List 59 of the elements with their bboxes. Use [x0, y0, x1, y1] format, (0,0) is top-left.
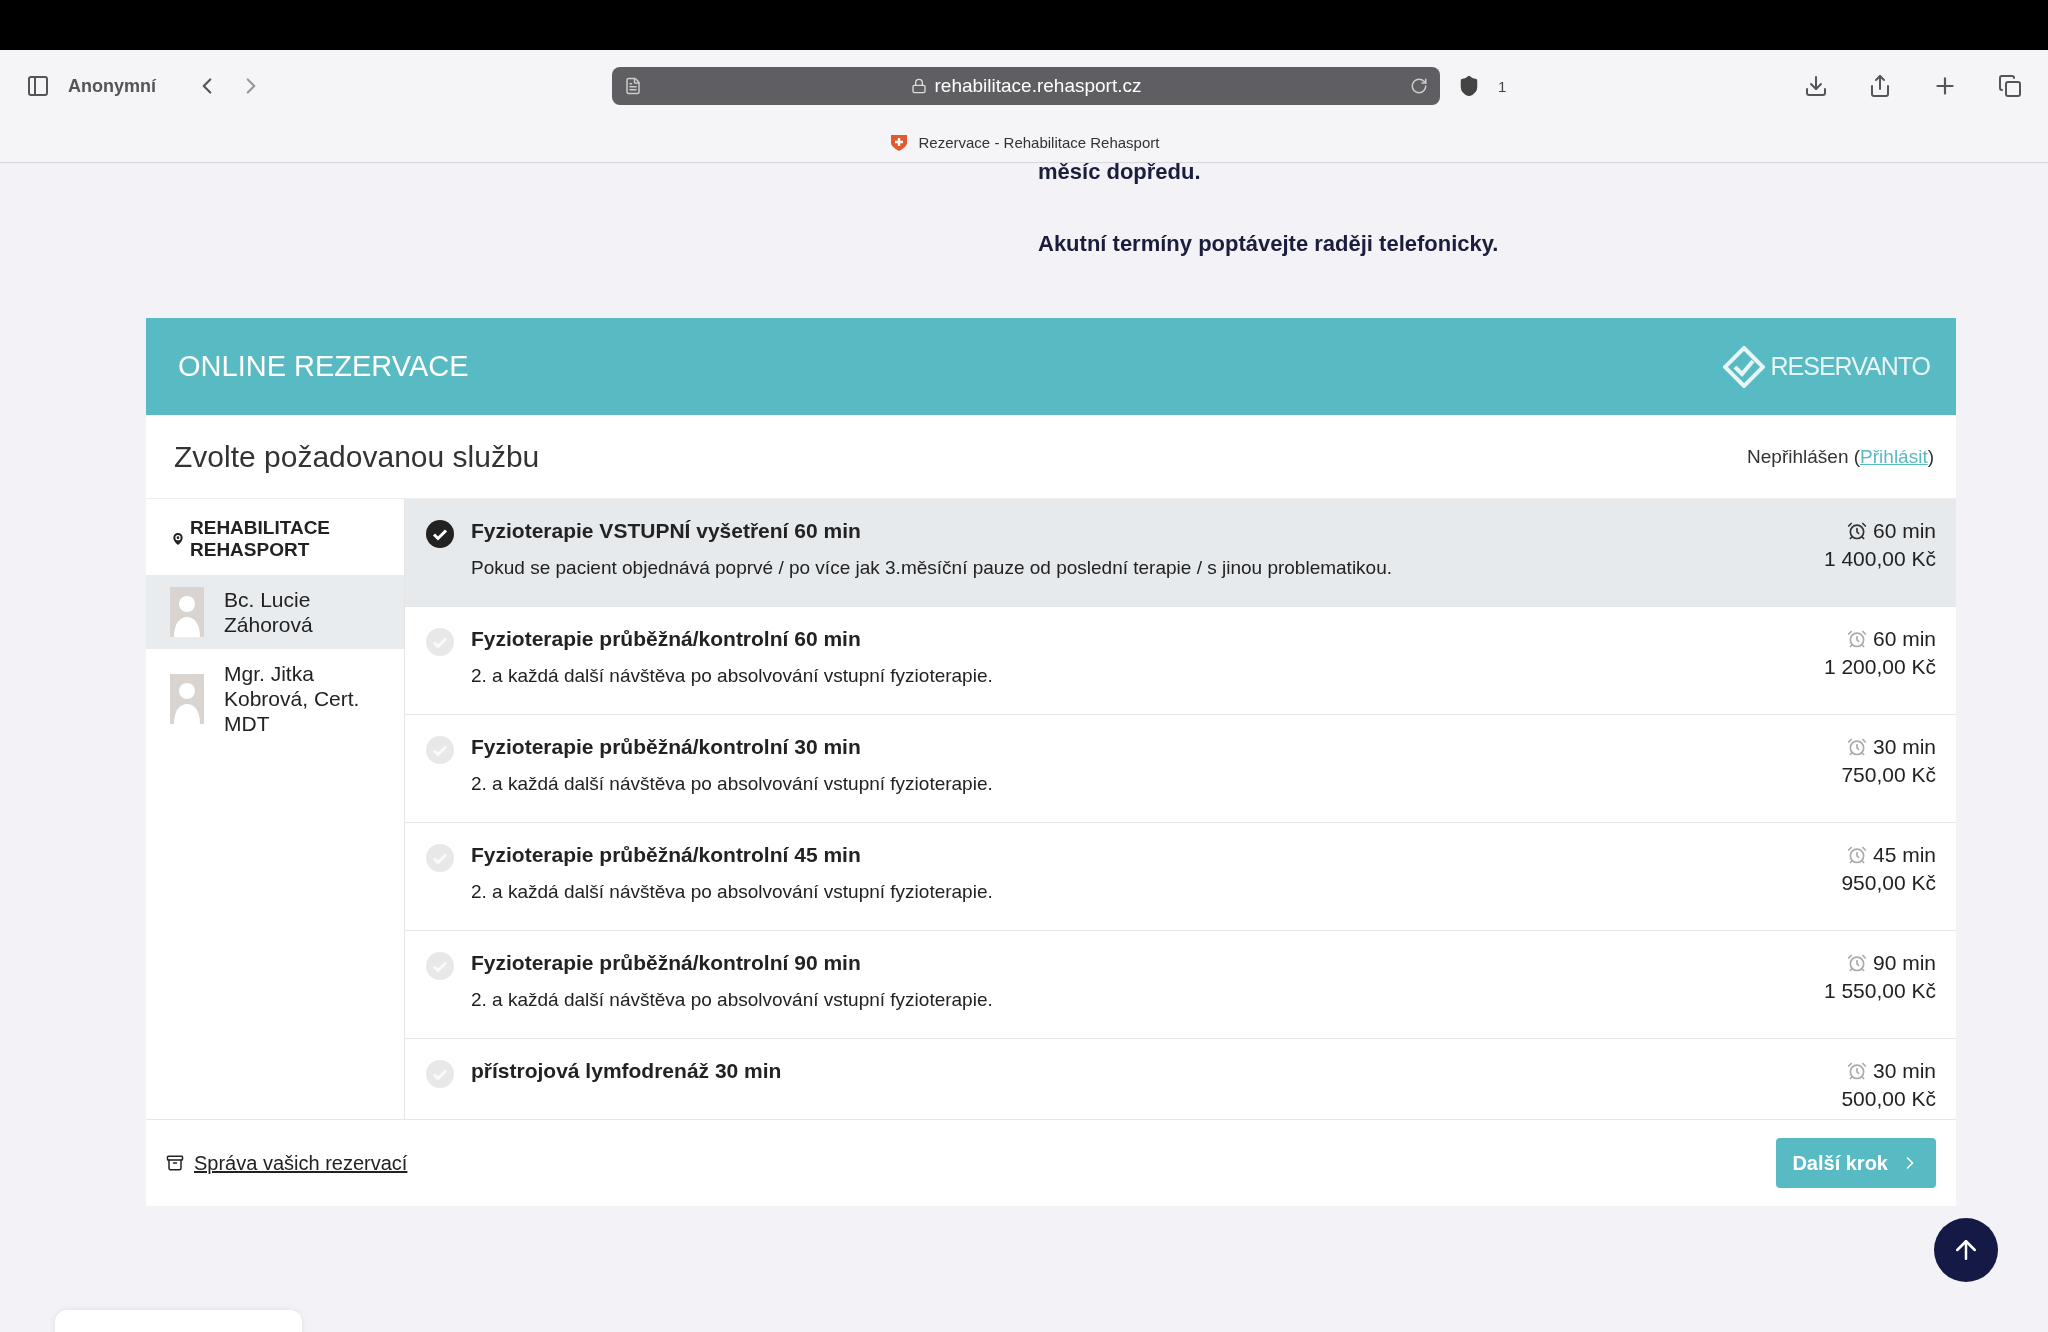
widget-title: ONLINE REZERVACE: [178, 350, 469, 383]
alarm-clock-icon: [1846, 1061, 1867, 1081]
share-icon[interactable]: [1868, 74, 1892, 98]
profile-label[interactable]: Anonymní: [68, 75, 156, 97]
service-title: Fyzioterapie průběžná/kontrolní 60 min: [471, 627, 862, 651]
favicon-icon: [888, 132, 909, 152]
service-duration: 60 min: [1872, 519, 1936, 543]
service-row[interactable]: Fyzioterapie VSTUPNÍ vyšetření 60 min Pokud se pacient objednává poprvé / po více jak 3.měsíční pauze od poslední terapie / s jinou problematikou. 60 min 1 400,00 Kč: [405, 499, 1956, 607]
manage-reservations-link[interactable]: Správa vašich rezervací: [166, 1151, 408, 1175]
sidebar-icon[interactable]: [26, 74, 50, 98]
service-price: 1 550,00 Kč: [1823, 979, 1936, 1003]
tab-title[interactable]: Rezervace - Rehabilitace Rehasport: [918, 133, 1160, 151]
alarm-clock-icon: [1846, 629, 1867, 649]
url-text: rehabilitace.rehasport.cz: [934, 75, 1142, 97]
reload-icon[interactable]: [1410, 77, 1428, 95]
alarm-clock-icon: [1846, 953, 1867, 973]
shield-icon[interactable]: [1458, 75, 1480, 97]
service-duration: 30 min: [1872, 1059, 1936, 1083]
service-duration: 60 min: [1872, 627, 1936, 651]
step-title: Zvolte požadovanou službu: [174, 439, 540, 474]
service-title: Fyzioterapie průběžná/kontrolní 45 min: [471, 843, 862, 867]
service-price: 500,00 Kč: [1841, 1087, 1936, 1111]
service-duration: 45 min: [1872, 843, 1936, 867]
intro-text: měsíc dopředu.: [1038, 159, 1201, 185]
service-price: 750,00 Kč: [1841, 763, 1936, 787]
service-description: 2. a každá další návštěva po absolvování vstupní fyzioterapie.: [471, 665, 994, 687]
shield-count: 1: [1498, 77, 1507, 95]
login-status: Nepřihlášen (Přihlásit): [1747, 445, 1934, 468]
service-description: 2. a každá další návštěva po absolvování vstupní fyzioterapie.: [471, 989, 994, 1011]
page-icon: [624, 77, 642, 95]
avatar-silhouette: [170, 673, 204, 724]
service-title: Fyzioterapie VSTUPNÍ vyšetření 60 min: [471, 519, 862, 543]
alarm-clock-icon: [1846, 521, 1867, 541]
alarm-clock-icon: [1846, 845, 1867, 865]
service-description: 2. a každá další návštěva po absolvování vstupní fyzioterapie.: [471, 773, 994, 795]
service-price: 950,00 Kč: [1841, 871, 1936, 895]
check-circle-icon[interactable]: [425, 519, 455, 549]
intro-note: Akutní termíny poptávejte raději telefonicky.: [1038, 231, 1500, 257]
service-duration: 90 min: [1872, 951, 1936, 975]
service-title: přístrojová lymfodrenáž 30 min: [471, 1059, 783, 1083]
service-description: Pokud se pacient objednává poprvé / po více jak 3.měsíční pauze od poslední terapie / s jinou problematikou.: [471, 557, 1394, 579]
pin-icon: [170, 531, 186, 547]
avatar-silhouette: [170, 587, 204, 637]
lock-icon: [910, 78, 927, 94]
archive-icon: [166, 1154, 184, 1172]
logo-icon: [1722, 345, 1765, 388]
service-price: 1 400,00 Kč: [1823, 547, 1936, 571]
service-description: 2. a každá další návštěva po absolvování vstupní fyzioterapie.: [471, 881, 994, 903]
service-title: Fyzioterapie průběžná/kontrolní 30 min: [471, 735, 862, 759]
service-title: Fyzioterapie průběžná/kontrolní 90 min: [471, 951, 862, 975]
staff-item[interactable]: Bc. Lucie Záhorová: [146, 575, 404, 649]
location-name: REHABILITACE REHASPORT: [190, 517, 332, 561]
alarm-clock-icon: [1846, 737, 1867, 757]
service-price: 1 200,00 Kč: [1823, 655, 1936, 679]
download-icon[interactable]: [1804, 74, 1828, 98]
logo-text: RESERVANTO: [1770, 352, 1930, 381]
tabs-icon[interactable]: [1998, 74, 2022, 98]
service-duration: 30 min: [1872, 735, 1936, 759]
address-bar[interactable]: rehabilitace.rehasport.cz: [612, 67, 1440, 105]
